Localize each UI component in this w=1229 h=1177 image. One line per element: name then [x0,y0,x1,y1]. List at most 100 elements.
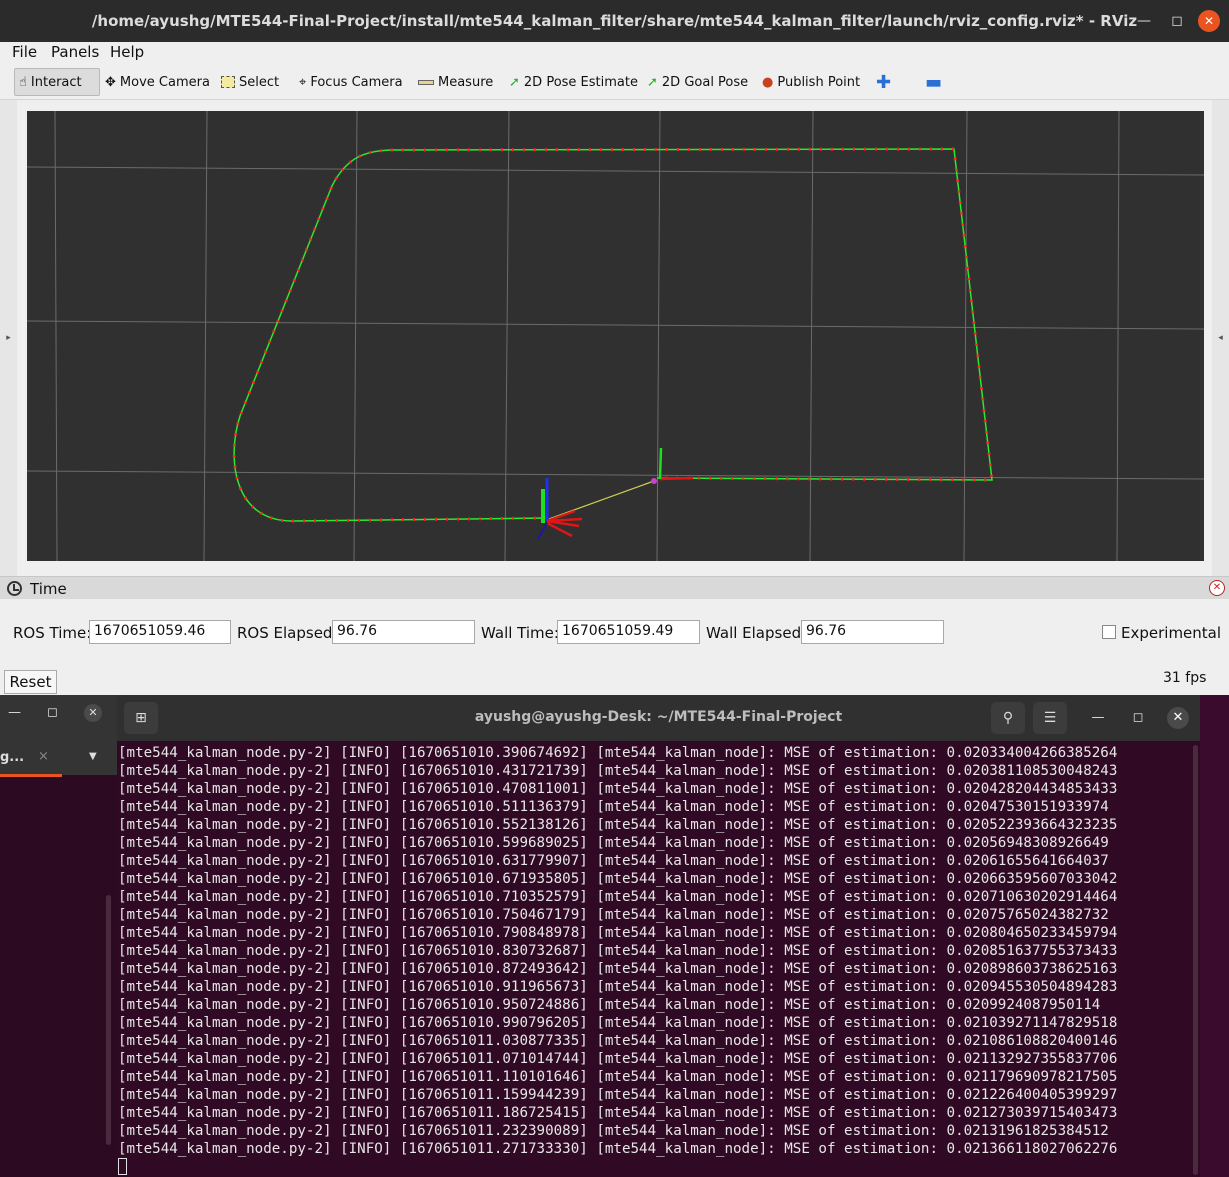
tool-label: Interact [30,74,82,90]
tool-2d-pose-estimate[interactable]: ➚ 2D Pose Estimate [505,68,638,96]
tool-label: 2D Pose Estimate [523,74,638,90]
ros-elapsed-field[interactable]: 96.76 [332,620,475,644]
minus-icon: ▬ [925,71,943,93]
window-titlebar[interactable]: /home/ayushg/MTE544-Final-Project/instal… [0,0,1229,42]
time-panel-header: Time ✕ [0,576,1229,599]
wall-time-field[interactable]: 1670651059.49 [557,620,700,644]
wall-elapsed-label: Wall Elapsed: [706,624,807,642]
experimental-label: Experimental [1121,624,1222,642]
terminal-cursor [118,1158,127,1175]
log-line: [mte544_kalman_node.py-2] [INFO] [167065… [118,979,1118,995]
estimated-path [232,147,994,523]
log-line: [mte544_kalman_node.py-2] [INFO] [167065… [118,1033,1118,1049]
tool-label: Focus Camera [310,74,403,90]
fps-readout: 31 fps [1163,670,1207,686]
tool-interact[interactable]: ☝ Interact [14,68,100,96]
terminal-window: ⊞ ayushg@ayushg-Desk: ~/MTE544-Final-Pro… [117,695,1200,1177]
tool-label: Measure [438,74,494,90]
reset-button[interactable]: Reset [4,670,57,694]
time-panel: ROS Time: 1670651059.46 ROS Elapsed: 96.… [0,600,1229,695]
background-terminal: — ◻ ✕ g... × ▼ [0,695,117,1177]
tab-close-icon[interactable]: × [38,749,49,764]
plus-icon: ✚ [876,71,892,93]
green-arrow-icon: ➚ [647,74,658,90]
scrollbar[interactable] [1193,745,1198,1175]
left-dock-toggle[interactable]: ▸ [0,100,17,576]
maximize-icon[interactable]: ◻ [1127,707,1149,729]
log-line: [mte544_kalman_node.py-2] [INFO] [167065… [118,781,1118,797]
minimize-icon[interactable]: — [8,705,21,720]
tool-2d-goal-pose[interactable]: ➚ 2D Goal Pose [643,68,748,96]
grid [26,110,1205,562]
menu-panels[interactable]: Panels [51,43,99,61]
experimental-checkbox[interactable] [1102,625,1116,639]
log-line: [mte544_kalman_node.py-2] [INFO] [167065… [118,871,1118,887]
log-line: [mte544_kalman_node.py-2] [INFO] [167065… [118,1087,1118,1103]
menu-bar: File Panels Help [0,42,1229,64]
hand-pointer-icon: ☝ [19,74,27,90]
log-line: [mte544_kalman_node.py-2] [INFO] [167065… [118,889,1118,905]
robot-pose-axes [537,478,583,540]
clock-icon [7,581,22,596]
tool-label: Select [239,74,280,90]
tool-label: 2D Goal Pose [661,74,749,90]
menu-file[interactable]: File [12,43,37,61]
maximize-icon[interactable]: ◻ [47,705,58,720]
terminal-tab-label[interactable]: g... [0,750,24,765]
scene-svg [26,110,1205,562]
active-tab-indicator [0,774,62,777]
log-line: [mte544_kalman_node.py-2] [INFO] [167065… [118,835,1109,851]
focus-icon: ⌖ [299,74,307,90]
scrollbar[interactable] [106,895,111,1145]
log-line: [mte544_kalman_node.py-2] [INFO] [167065… [118,817,1118,833]
log-line: [mte544_kalman_node.py-2] [INFO] [167065… [118,943,1118,959]
minimize-icon[interactable]: — [1133,10,1155,32]
log-line: [mte544_kalman_node.py-2] [INFO] [167065… [118,1105,1118,1121]
remove-tool-button[interactable]: ▬ [921,68,942,96]
terminal-output[interactable]: [mte544_kalman_node.py-2] [INFO] [167065… [117,744,1197,1158]
wall-time-label: Wall Time: [481,624,559,642]
log-line: [mte544_kalman_node.py-2] [INFO] [167065… [118,997,1101,1013]
log-line: [mte544_kalman_node.py-2] [INFO] [167065… [118,763,1118,779]
log-line: [mte544_kalman_node.py-2] [INFO] [167065… [118,853,1109,869]
time-panel-title: Time [30,580,67,598]
right-dock-toggle[interactable]: ◂ [1212,100,1229,576]
tool-measure[interactable]: Measure [414,68,493,96]
ros-time-field[interactable]: 1670651059.46 [89,620,231,644]
chevron-down-icon[interactable]: ▼ [89,751,97,762]
ros-elapsed-label: ROS Elapsed: [237,624,338,642]
search-icon[interactable]: ⚲ [991,702,1025,734]
select-box-icon [221,76,235,88]
window-title: /home/ayushg/MTE544-Final-Project/instal… [91,12,1138,30]
log-line: [mte544_kalman_node.py-2] [INFO] [167065… [118,1069,1118,1085]
terminal-header: ⊞ ayushg@ayushg-Desk: ~/MTE544-Final-Pro… [117,695,1200,741]
wall-elapsed-field[interactable]: 96.76 [801,620,944,644]
log-line: [mte544_kalman_node.py-2] [INFO] [167065… [118,1141,1118,1157]
ruler-icon [418,79,434,85]
maximize-icon[interactable]: ◻ [1166,10,1188,32]
close-icon[interactable]: ✕ [1198,10,1220,32]
render-viewport[interactable] [26,110,1205,562]
log-line: [mte544_kalman_node.py-2] [INFO] [167065… [118,907,1109,923]
rviz-window: /home/ayushg/MTE544-Final-Project/instal… [0,0,1229,695]
close-icon[interactable]: ✕ [1167,707,1189,729]
log-line: [mte544_kalman_node.py-2] [INFO] [167065… [118,799,1109,815]
move-icon: ✥ [105,74,116,90]
add-tool-button[interactable]: ✚ [872,68,891,96]
tool-select[interactable]: Select [217,68,279,96]
close-icon[interactable]: ✕ [84,704,102,722]
tool-label: Move Camera [119,74,210,90]
log-line: [mte544_kalman_node.py-2] [INFO] [167065… [118,1051,1118,1067]
hamburger-menu-icon[interactable]: ☰ [1033,702,1067,734]
tool-publish-point[interactable]: ● Publish Point [758,68,860,96]
tool-move-camera[interactable]: ✥ Move Camera [101,68,210,96]
map-pin-icon: ● [762,74,774,90]
close-panel-icon[interactable]: ✕ [1209,580,1225,596]
minimize-icon[interactable]: — [1087,707,1109,729]
tool-label: Publish Point [777,74,861,90]
tool-focus-camera[interactable]: ⌖ Focus Camera [295,68,403,96]
goal-line [548,480,655,520]
menu-help[interactable]: Help [110,43,144,61]
desktop-background [1200,695,1229,1177]
log-line: [mte544_kalman_node.py-2] [INFO] [167065… [118,961,1118,977]
